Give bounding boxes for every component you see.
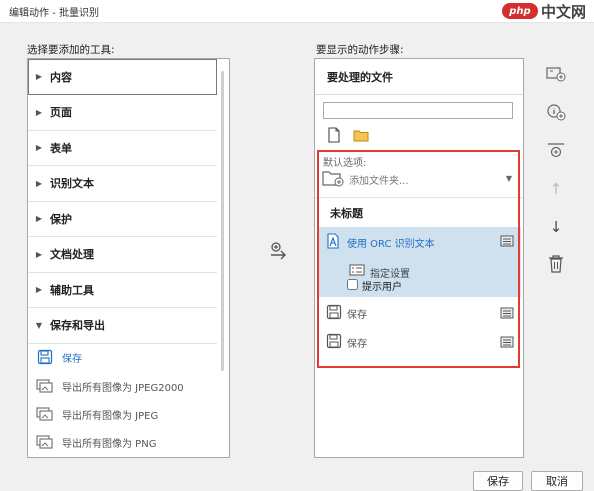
tool-category-label: 页面 [50,106,72,119]
watermark-logo: php [501,3,538,19]
add-step-icon [268,242,290,265]
separator-add-icon [545,140,567,163]
tool-export-jpeg[interactable]: 导出所有图像为 JPEG [36,400,158,428]
tool-category[interactable]: ▶ 表单 [28,130,217,166]
chevron-down-icon: ▼ [35,320,43,330]
insert-instruction-button[interactable] [545,102,567,124]
move-up-button[interactable]: ↑ [545,178,567,200]
chevron-right-icon: ▶ [35,107,43,117]
info-add-icon [545,102,567,125]
chevron-right-icon: ▶ [35,249,43,259]
insert-menu-item-icon [545,65,567,86]
export-image-icon [36,378,54,394]
tool-export-label: 导出所有图像为 JPEG [62,410,159,422]
tools-scrollbar[interactable] [221,61,227,451]
tool-save-label: 保存 [62,353,82,365]
tool-category[interactable]: ▼ 保存和导出 [28,308,217,344]
tool-category[interactable]: ▶ 内容 [28,59,217,95]
watermark-text: 中文网 [540,2,586,21]
tools-scrollbar-thumb[interactable] [221,71,224,371]
files-heading: 要处理的文件 [315,59,523,95]
title-bar: 编辑动作 - 批量识别 php 中文网 [0,0,594,23]
tool-category-label: 辅助工具 [50,283,94,297]
cancel-button[interactable]: 取消 [531,471,583,491]
insert-menu-item-button[interactable] [545,64,567,86]
tools-caption: 选择要添加的工具: [27,44,115,56]
tool-category-label: 保护 [50,212,72,226]
tool-category[interactable]: ▶ 保护 [28,201,217,237]
highlight-annotation-box [317,150,520,368]
tool-export-label: 导出所有图像为 JPEG2000 [62,382,184,394]
tool-category-label: 保存和导出 [50,319,105,332]
tool-export-png[interactable]: 导出所有图像为 PNG [36,428,156,456]
tool-category[interactable]: ▶ 辅助工具 [28,272,217,308]
chevron-right-icon: ▶ [35,72,43,81]
tool-category-label: 文档处理 [50,248,94,261]
tool-category-label: 表单 [50,141,72,155]
export-image-icon [36,434,54,450]
add-separator-button[interactable] [545,140,567,162]
tool-export-jpeg2000[interactable]: 导出所有图像为 JPEG2000 [36,372,184,400]
tool-category[interactable]: ▶ 文档处理 [28,237,217,273]
steps-caption: 要显示的动作步骤: [316,44,404,56]
add-folder-icon[interactable] [353,129,369,145]
arrow-up-icon: ↑ [549,180,563,198]
save-icon [36,349,54,365]
add-step-button[interactable] [268,240,292,262]
chevron-right-icon: ▶ [35,143,43,152]
move-down-button[interactable]: ↓ [545,216,567,238]
trash-icon [547,254,565,277]
add-file-icon[interactable] [327,127,341,146]
tool-category-label: 内容 [50,70,72,84]
tool-category-label: 识别文本 [50,177,94,190]
delete-step-button[interactable] [545,254,567,276]
save-button[interactable]: 保存 [473,471,523,491]
chevron-right-icon: ▶ [35,178,43,188]
tool-category[interactable]: ▶ 识别文本 [28,166,217,202]
export-image-icon [36,406,54,422]
file-path-input[interactable] [323,102,513,119]
tool-category[interactable]: ▶ 页面 [28,95,217,131]
tools-panel: ▶ 内容 ▶ 页面 ▶ 表单 ▶ 识别文本 ▶ 保护 ▶ 文档处理 ▶ 辅助工具 ▼ 保存和导出 保存 导出所… [27,58,230,458]
arrow-down-icon: ↓ [549,218,563,236]
chevron-right-icon: ▶ [35,214,43,223]
chevron-right-icon: ▶ [35,285,43,294]
watermark: php 中文网 [501,1,586,21]
tool-save[interactable]: 保存 [36,343,82,371]
window-title: 编辑动作 - 批量识别 [9,8,99,19]
tool-export-label: 导出所有图像为 PNG [62,438,157,450]
